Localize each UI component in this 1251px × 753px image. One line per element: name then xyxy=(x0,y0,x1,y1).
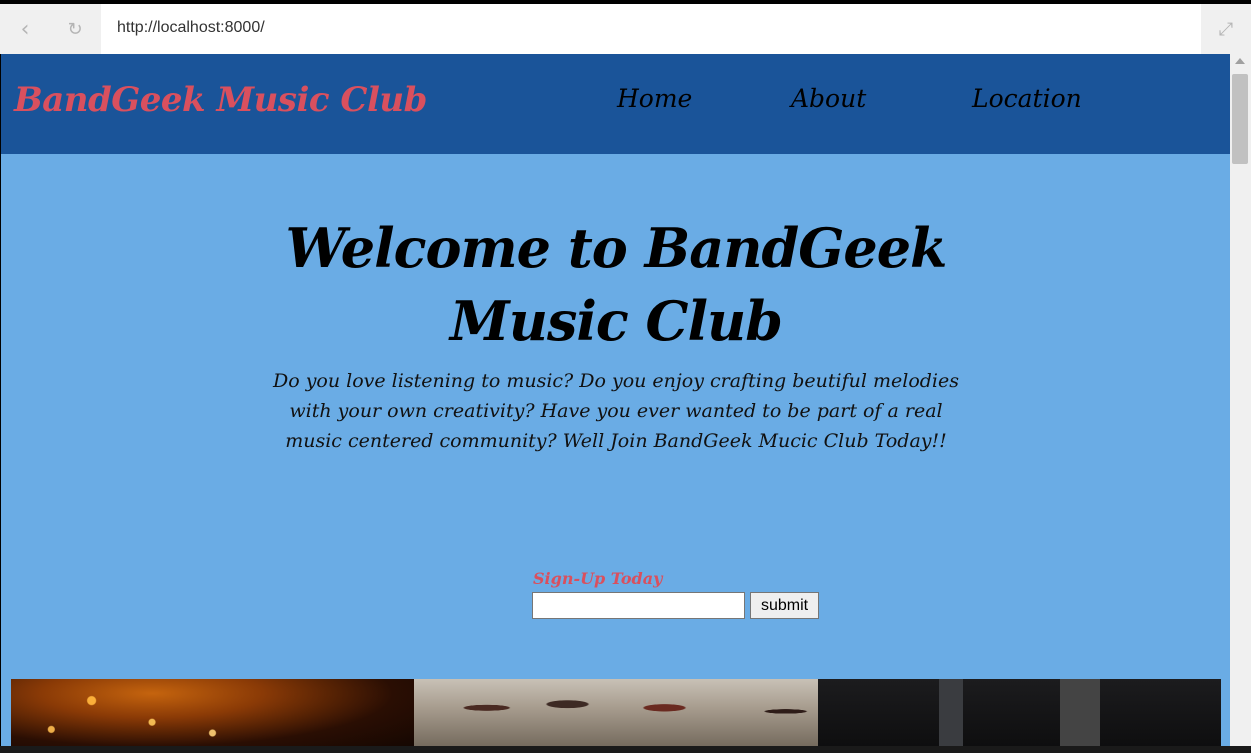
photo-concert-lights xyxy=(11,679,414,751)
chevron-left-icon: ‹ xyxy=(20,16,30,42)
site-logo-text[interactable]: BandGeek Music Club xyxy=(14,80,427,120)
nav-link-location[interactable]: Location xyxy=(972,84,1082,113)
nav-link-about[interactable]: About xyxy=(791,84,866,113)
refresh-icon: ↻ xyxy=(67,18,83,40)
back-button[interactable]: ‹ xyxy=(0,4,50,54)
nav-link-home[interactable]: Home xyxy=(617,84,692,113)
vertical-scrollbar[interactable] xyxy=(1230,54,1251,751)
browser-toolbar: ‹ ↻ http://localhost:8000/ ⤢ xyxy=(0,4,1251,54)
hero-title: Welcome to BandGeek Music Club xyxy=(285,216,948,353)
expand-icon: ⤢ xyxy=(1218,18,1234,40)
scrollbar-thumb[interactable] xyxy=(1232,74,1248,164)
signup-label: Sign-Up Today xyxy=(533,569,663,588)
window-bottom-edge xyxy=(0,746,1251,753)
scroll-up-arrow-icon[interactable] xyxy=(1235,58,1245,64)
photo-band-members xyxy=(414,679,818,751)
expand-button[interactable]: ⤢ xyxy=(1201,4,1251,54)
page-viewport: BandGeek Music Club Home About Location … xyxy=(1,54,1230,751)
hero-description: Do you love listening to music? Do you e… xyxy=(272,370,960,452)
photo-studio xyxy=(818,679,1221,751)
submit-button[interactable]: submit xyxy=(750,592,819,619)
signup-email-input[interactable] xyxy=(532,592,745,619)
refresh-button[interactable]: ↻ xyxy=(50,4,100,54)
address-bar[interactable]: http://localhost:8000/ xyxy=(101,4,1201,54)
site-header: BandGeek Music Club Home About Location xyxy=(1,54,1230,154)
